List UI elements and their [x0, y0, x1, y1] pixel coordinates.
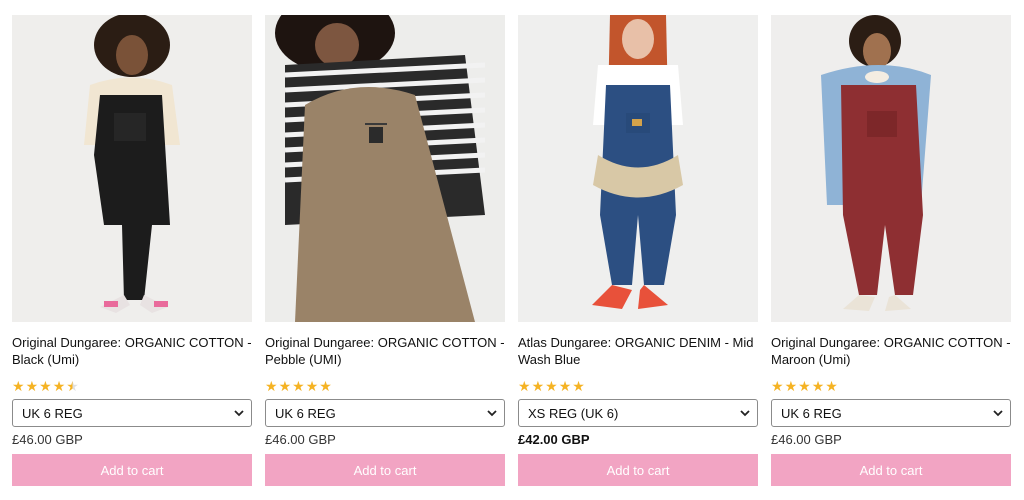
product-price: £46.00 GBP: [265, 432, 336, 447]
product-card: Original Dungaree: ORGANIC COTTON - Pebb…: [265, 15, 505, 486]
star-full-icon: ★: [825, 378, 838, 394]
star-rating: ★ ★ ★ ★ ★: [265, 377, 505, 395]
size-select-value: XS REG (UK 6): [528, 406, 619, 421]
star-full-icon: ★: [52, 378, 66, 394]
star-half-icon: ★: [66, 378, 79, 394]
product-title[interactable]: Original Dungaree: ORGANIC COTTON - Blac…: [12, 334, 252, 374]
size-select[interactable]: UK 6 REG: [12, 399, 252, 427]
size-select[interactable]: XS REG (UK 6): [518, 399, 758, 427]
star-rating: ★ ★ ★ ★ ★: [12, 377, 252, 395]
star-rating: ★ ★ ★ ★ ★: [518, 377, 758, 395]
star-full-icon: ★: [278, 378, 292, 394]
star-full-icon: ★: [292, 378, 305, 394]
size-select-value: UK 6 REG: [781, 406, 842, 421]
product-image[interactable]: [265, 15, 505, 322]
product-grid: Original Dungaree: ORGANIC COTTON - Blac…: [12, 15, 1011, 486]
product-image[interactable]: [12, 15, 252, 322]
add-to-cart-button[interactable]: Add to cart: [265, 454, 505, 486]
star-full-icon: ★: [25, 378, 39, 394]
product-image[interactable]: [518, 15, 758, 322]
product-title[interactable]: Original Dungaree: ORGANIC COTTON - Pebb…: [265, 334, 505, 374]
add-to-cart-button[interactable]: Add to cart: [12, 454, 252, 486]
star-full-icon: ★: [39, 378, 52, 394]
star-full-icon: ★: [784, 378, 798, 394]
product-price: £46.00 GBP: [12, 432, 83, 447]
product-price: £42.00 GBP: [518, 432, 590, 447]
chevron-down-icon: [740, 410, 750, 417]
product-title[interactable]: Atlas Dungaree: ORGANIC DENIM - Mid Wash…: [518, 334, 758, 374]
star-full-icon: ★: [811, 378, 825, 394]
product-title[interactable]: Original Dungaree: ORGANIC COTTON - Maro…: [771, 334, 1011, 374]
star-full-icon: ★: [572, 378, 585, 394]
product-image[interactable]: [771, 15, 1011, 322]
star-full-icon: ★: [558, 378, 572, 394]
star-full-icon: ★: [518, 378, 531, 394]
star-full-icon: ★: [319, 378, 332, 394]
add-to-cart-button[interactable]: Add to cart: [518, 454, 758, 486]
chevron-down-icon: [234, 410, 244, 417]
star-full-icon: ★: [545, 378, 558, 394]
size-select[interactable]: UK 6 REG: [771, 399, 1011, 427]
add-to-cart-button[interactable]: Add to cart: [771, 454, 1011, 486]
star-full-icon: ★: [771, 378, 784, 394]
star-full-icon: ★: [531, 378, 545, 394]
product-price: £46.00 GBP: [771, 432, 842, 447]
star-full-icon: ★: [12, 378, 25, 394]
product-card: Original Dungaree: ORGANIC COTTON - Maro…: [771, 15, 1011, 486]
size-select-value: UK 6 REG: [275, 406, 336, 421]
chevron-down-icon: [993, 410, 1003, 417]
star-full-icon: ★: [305, 378, 319, 394]
star-full-icon: ★: [265, 378, 278, 394]
chevron-down-icon: [487, 410, 497, 417]
product-card: Original Dungaree: ORGANIC COTTON - Blac…: [12, 15, 252, 486]
product-card: Atlas Dungaree: ORGANIC DENIM - Mid Wash…: [518, 15, 758, 486]
star-full-icon: ★: [798, 378, 811, 394]
size-select[interactable]: UK 6 REG: [265, 399, 505, 427]
size-select-value: UK 6 REG: [22, 406, 83, 421]
star-rating: ★ ★ ★ ★ ★: [771, 377, 1011, 395]
